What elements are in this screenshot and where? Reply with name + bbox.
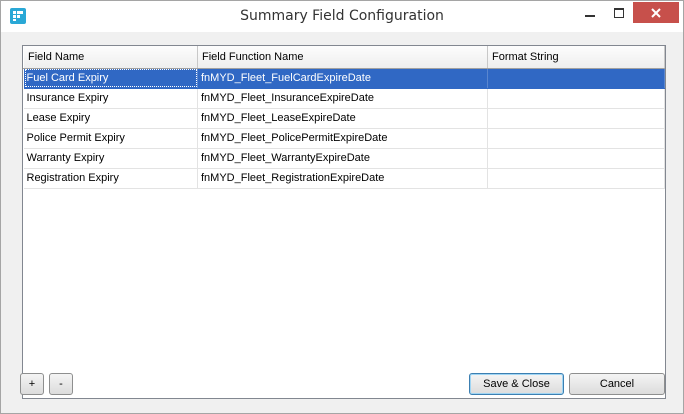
cell-function-name[interactable]: fnMYD_Fleet_LeaseExpireDate — [197, 108, 488, 129]
cell-format-string[interactable] — [487, 68, 665, 89]
cell-field-name[interactable]: Insurance Expiry — [23, 88, 198, 109]
cell-field-name[interactable]: Lease Expiry — [23, 108, 198, 129]
table-row[interactable]: Registration Expiry fnMYD_Fleet_Registra… — [23, 168, 665, 189]
minimize-button[interactable] — [576, 2, 603, 23]
cell-field-name[interactable]: Warranty Expiry — [23, 148, 198, 169]
cancel-button[interactable]: Cancel — [569, 373, 665, 395]
summary-fields-grid[interactable]: Field Name Field Function Name Format St… — [22, 45, 666, 399]
cell-function-name[interactable]: fnMYD_Fleet_InsuranceExpireDate — [197, 88, 488, 109]
table-row[interactable]: Lease Expiry fnMYD_Fleet_LeaseExpireDate — [23, 108, 665, 129]
minimize-icon — [584, 14, 595, 17]
header-row: Field Name Field Function Name Format St… — [23, 46, 665, 69]
close-icon — [651, 7, 661, 18]
fields-table: Field Name Field Function Name Format St… — [23, 46, 665, 189]
cell-format-string[interactable] — [487, 88, 665, 109]
cell-format-string[interactable] — [487, 168, 665, 189]
maximize-button[interactable] — [605, 2, 632, 23]
cell-field-name[interactable]: Fuel Card Expiry — [23, 68, 198, 89]
cell-function-name[interactable]: fnMYD_Fleet_FuelCardExpireDate — [197, 68, 488, 89]
maximize-icon — [613, 7, 624, 18]
cell-format-string[interactable] — [487, 148, 665, 169]
cell-format-string[interactable] — [487, 108, 665, 129]
column-header-format-string[interactable]: Format String — [487, 46, 665, 69]
cell-format-string[interactable] — [487, 128, 665, 149]
table-row[interactable]: Warranty Expiry fnMYD_Fleet_WarrantyExpi… — [23, 148, 665, 169]
remove-row-button[interactable]: - — [49, 373, 73, 395]
cell-field-name[interactable]: Registration Expiry — [23, 168, 198, 189]
cell-function-name[interactable]: fnMYD_Fleet_RegistrationExpireDate — [197, 168, 488, 189]
cell-function-name[interactable]: fnMYD_Fleet_WarrantyExpireDate — [197, 148, 488, 169]
table-row[interactable]: Fuel Card Expiry fnMYD_Fleet_FuelCardExp… — [23, 68, 665, 89]
cell-field-name[interactable]: Police Permit Expiry — [23, 128, 198, 149]
cell-function-name[interactable]: fnMYD_Fleet_PolicePermitExpireDate — [197, 128, 488, 149]
column-header-field-name[interactable]: Field Name — [23, 46, 198, 69]
dialog-body: Field Name Field Function Name Format St… — [2, 32, 683, 413]
save-and-close-button[interactable]: Save & Close — [469, 373, 564, 395]
column-header-function-name[interactable]: Field Function Name — [197, 46, 488, 69]
close-button[interactable] — [633, 2, 679, 23]
dialog-window: Summary Field Configuration Field Name F… — [0, 0, 684, 414]
table-row[interactable]: Insurance Expiry fnMYD_Fleet_InsuranceEx… — [23, 88, 665, 109]
add-row-button[interactable]: + — [20, 373, 44, 395]
title-bar[interactable]: Summary Field Configuration — [1, 1, 683, 32]
table-row[interactable]: Police Permit Expiry fnMYD_Fleet_PoliceP… — [23, 128, 665, 149]
